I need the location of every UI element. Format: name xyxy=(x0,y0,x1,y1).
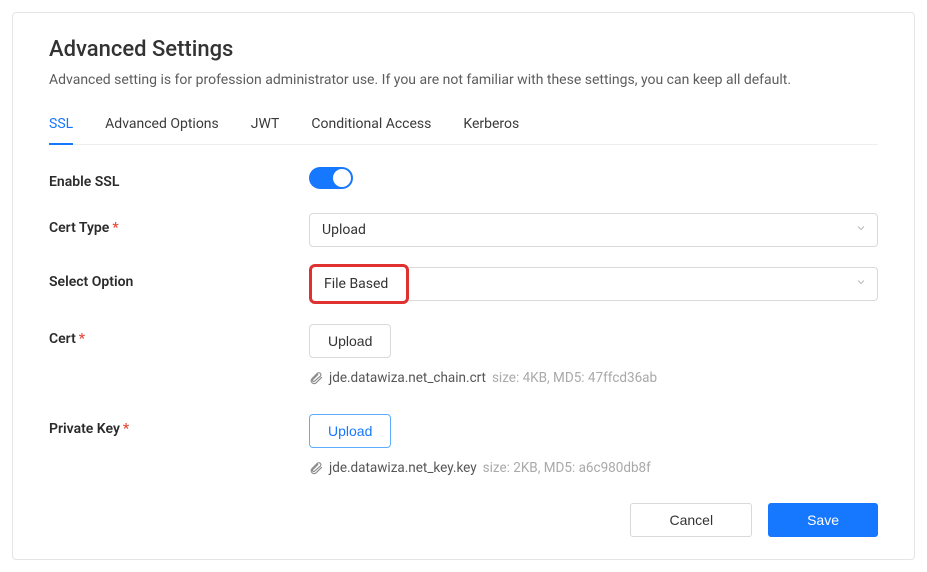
private-key-file-name: jde.datawiza.net_key.key xyxy=(329,460,477,476)
page-subtitle: Advanced setting is for profession admin… xyxy=(49,72,878,88)
label-cert-text: Cert xyxy=(49,331,76,347)
select-select-option-value: File Based xyxy=(324,276,388,292)
tab-jwt[interactable]: JWT xyxy=(251,116,280,144)
private-key-file-meta: size: 2KB, MD5: a6c980db8f xyxy=(483,460,651,476)
tabs-bar: SSL Advanced Options JWT Conditional Acc… xyxy=(49,116,878,145)
label-enable-ssl: Enable SSL xyxy=(49,167,309,190)
row-cert: Cert* Upload jde.datawiza.net_chain.crt … xyxy=(49,324,878,386)
tab-kerberos[interactable]: Kerberos xyxy=(463,116,519,144)
paperclip-icon xyxy=(309,371,323,385)
toggle-knob xyxy=(333,169,351,187)
advanced-settings-panel: Advanced Settings Advanced setting is fo… xyxy=(12,12,915,560)
tab-advanced-options[interactable]: Advanced Options xyxy=(105,116,219,144)
select-option-highlight: File Based xyxy=(309,264,409,304)
select-cert-type[interactable]: Upload xyxy=(309,213,878,247)
cert-file-meta: size: 4KB, MD5: 47ffcd36ab xyxy=(492,370,657,386)
tab-conditional-access[interactable]: Conditional Access xyxy=(311,116,431,144)
cert-file-name: jde.datawiza.net_chain.crt xyxy=(329,370,486,386)
label-private-key: Private Key* xyxy=(49,414,309,437)
select-option-rest xyxy=(409,267,878,301)
tab-ssl[interactable]: SSL xyxy=(49,116,73,144)
label-cert-type: Cert Type* xyxy=(49,213,309,236)
row-cert-type: Cert Type* Upload xyxy=(49,213,878,247)
required-marker: * xyxy=(123,421,129,437)
row-private-key: Private Key* Upload jde.datawiza.net_key… xyxy=(49,414,878,476)
required-marker: * xyxy=(79,331,85,347)
select-select-option[interactable]: File Based xyxy=(309,267,878,304)
paperclip-icon xyxy=(309,461,323,475)
page-title: Advanced Settings xyxy=(49,37,878,62)
label-cert-type-text: Cert Type xyxy=(49,220,109,236)
footer-actions: Cancel Save xyxy=(630,503,878,537)
chevron-down-icon xyxy=(855,276,867,292)
label-cert: Cert* xyxy=(49,324,309,347)
chevron-down-icon xyxy=(855,222,867,238)
label-private-key-text: Private Key xyxy=(49,421,120,437)
label-select-option: Select Option xyxy=(49,267,309,290)
upload-cert-button[interactable]: Upload xyxy=(309,324,391,358)
upload-private-key-button[interactable]: Upload xyxy=(309,414,391,448)
select-cert-type-value: Upload xyxy=(322,222,366,238)
cancel-button[interactable]: Cancel xyxy=(630,503,752,537)
row-enable-ssl: Enable SSL xyxy=(49,167,878,193)
private-key-file-info: jde.datawiza.net_key.key size: 2KB, MD5:… xyxy=(309,460,878,476)
required-marker: * xyxy=(112,220,118,236)
save-button[interactable]: Save xyxy=(768,503,878,537)
toggle-enable-ssl[interactable] xyxy=(309,167,353,189)
label-select-option-text: Select Option xyxy=(49,274,133,290)
row-select-option: Select Option File Based xyxy=(49,267,878,304)
cert-file-info: jde.datawiza.net_chain.crt size: 4KB, MD… xyxy=(309,370,878,386)
